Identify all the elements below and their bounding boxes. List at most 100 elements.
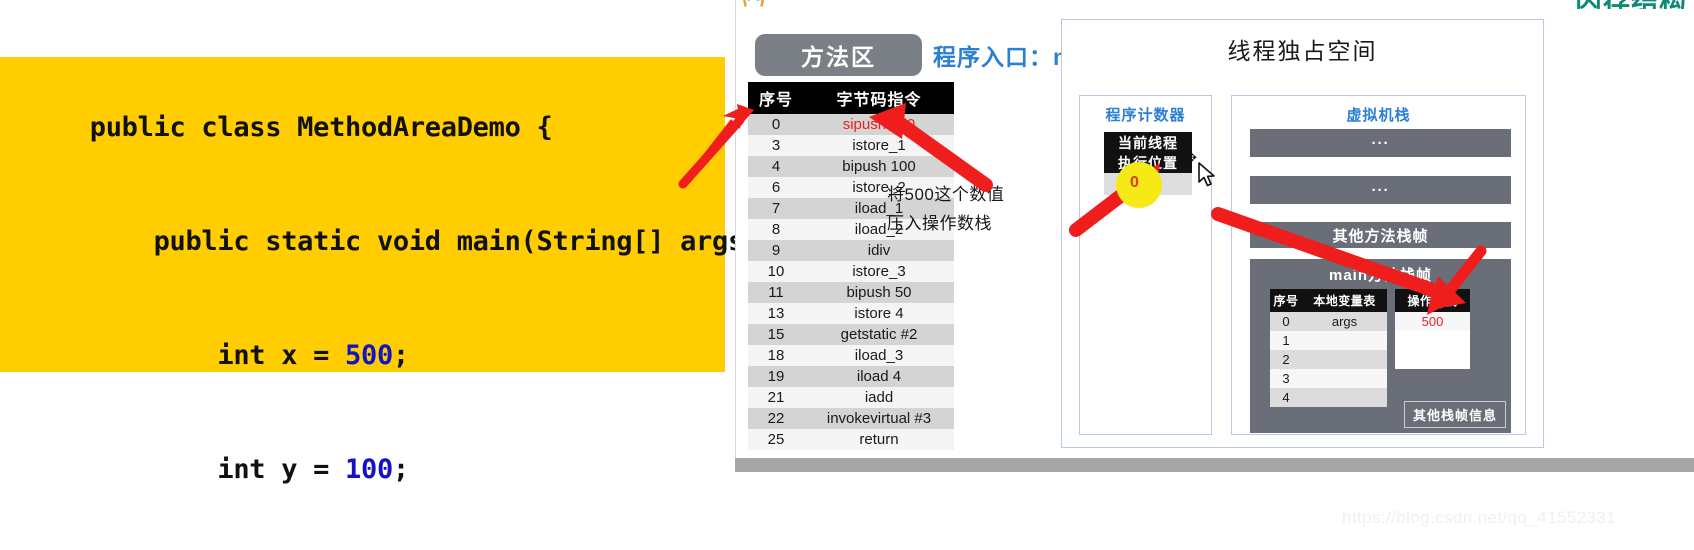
java-code-editor-panel[interactable]: public class MethodAreaDemo { public sta… — [0, 57, 793, 485]
operand-stack-header: 操作数栈 — [1395, 289, 1470, 312]
method-area-pill[interactable]: 方法区 — [755, 34, 922, 76]
bytecode-row-instruction: istore 4 — [804, 303, 954, 324]
move-cursor-cross-icon: ✥ — [1186, 150, 1197, 165]
bytecode-row: 10 istore_3 — [748, 261, 954, 282]
stack-frame-other-method: 其他方法栈帧 — [1250, 222, 1511, 248]
local-var-row-value — [1302, 388, 1387, 407]
bytecode-row-index: 4 — [748, 156, 804, 177]
slide-green-heading: 内存结构 — [1575, 0, 1687, 9]
screenshot-root: public class MethodAreaDemo { public sta… — [0, 0, 1694, 550]
code-line-5: int a = x / y; — [0, 527, 725, 550]
code-line-1: public class MethodAreaDemo { — [89, 112, 553, 143]
bytecode-header-row: 序号 字节码指令 — [748, 82, 954, 114]
code-line-3: int x = 500; — [217, 340, 409, 371]
operand-stack-table: 操作数栈 500 — [1395, 289, 1470, 369]
stack-frame-placeholder-2: ··· — [1250, 176, 1511, 204]
bytecode-instruction-table: 序号 字节码指令 0 sipush 500 3 istore_1 4 bipush 100… — [748, 82, 954, 450]
bytecode-row-index: 15 — [748, 324, 804, 345]
bytecode-row-instruction: istore_3 — [804, 261, 954, 282]
main-method-stack-frame-title: main方法栈帧 — [1328, 267, 1432, 284]
bytecode-row-instruction: istore_1 — [804, 135, 954, 156]
bytecode-row-instruction: bipush 50 — [804, 282, 954, 303]
bytecode-row-instruction: sipush 500 — [804, 114, 954, 135]
bytecode-row-index: 10 — [748, 261, 804, 282]
bytecode-row: 3 istore_1 — [748, 135, 954, 156]
slide-bottom-bar — [735, 458, 1694, 472]
bytecode-row-instruction: idiv — [804, 240, 954, 261]
local-var-row: 1 — [1270, 331, 1387, 350]
bytecode-row: 0 sipush 500 — [748, 114, 954, 135]
bytecode-header-index: 序号 — [748, 82, 804, 114]
local-var-row: 0 args — [1270, 312, 1387, 331]
bytecode-row-index: 21 — [748, 387, 804, 408]
bytecode-row: 11 bipush 50 — [748, 282, 954, 303]
thread-exclusive-space-title: 线程独占空间 — [1227, 38, 1378, 64]
bytecode-row: 18 iload_3 — [748, 345, 954, 366]
push-note-line-1: 将500这个数值 — [887, 185, 1005, 204]
bytecode-row-index: 18 — [748, 345, 804, 366]
push-annotation-note: 将500这个数值 压入操作数栈 — [887, 180, 1004, 238]
bytecode-row: 19 iload 4 — [748, 366, 954, 387]
bytecode-row-instruction: iload_3 — [804, 345, 954, 366]
local-var-row-value — [1302, 331, 1387, 350]
bytecode-row: 13 istore 4 — [748, 303, 954, 324]
vm-stack-title: 虚拟机栈 — [1346, 107, 1411, 124]
operand-stack-cell — [1395, 331, 1470, 350]
bytecode-row: 21 iadd — [748, 387, 954, 408]
local-var-row-index: 2 — [1270, 350, 1302, 369]
local-var-header-row: 序号 本地变量表 — [1270, 289, 1387, 312]
bytecode-row-index: 19 — [748, 366, 804, 387]
csdn-watermark: https://blog.csdn.net/qq_41552331 — [1342, 508, 1617, 527]
vm-stack-card: 虚拟机栈 ··· ··· 其他方法栈帧 main方法栈帧 序号 本地变量表 0a… — [1231, 95, 1526, 435]
bytecode-row: 15 getstatic #2 — [748, 324, 954, 345]
bytecode-row-instruction: return — [804, 429, 954, 450]
bytecode-row-index: 7 — [748, 198, 804, 219]
operand-stack-row — [1395, 350, 1470, 369]
thread-exclusive-space-card: 线程独占空间 程序计数器 当前线程 执行位置 0 虚拟机栈 ··· ··· 其他… — [1061, 19, 1544, 448]
local-var-header-name: 本地变量表 — [1302, 289, 1387, 312]
pc-label-line-1: 当前线程 — [1118, 135, 1178, 151]
bytecode-row-instruction: invokevirtual #3 — [804, 408, 954, 429]
other-stack-frame-info-box: 其他栈帧信息 — [1404, 401, 1507, 428]
program-counter-value: 0 — [1130, 174, 1139, 191]
operand-stack-cell: 500 — [1395, 312, 1470, 331]
code-line-4: int y = 100; — [217, 454, 409, 485]
bytecode-row-index: 8 — [748, 219, 804, 240]
bytecode-row-instruction: iadd — [804, 387, 954, 408]
main-method-stack-frame: main方法栈帧 序号 本地变量表 0 args 1 2 3 4 操作数栈 50… — [1250, 259, 1511, 433]
program-counter-title: 程序计数器 — [1105, 107, 1186, 124]
operand-stack-row: 500 — [1395, 312, 1470, 331]
bytecode-row: 4 bipush 100 — [748, 156, 954, 177]
clipped-top-glyphs: \^/ — [741, 0, 766, 8]
bytecode-row-index: 13 — [748, 303, 804, 324]
code-line-2: public static void main(String[] args) { — [153, 226, 793, 257]
local-var-header-index: 序号 — [1270, 289, 1302, 312]
slide-screenshot-area: \^/ 内存结构 方法区 程序入口：main方法 序号 字节码指令 0sipus… — [735, 0, 1694, 472]
local-var-row: 3 — [1270, 369, 1387, 388]
local-variable-table: 序号 本地变量表 0 args 1 2 3 4 — [1270, 289, 1387, 407]
bytecode-header-instruction: 字节码指令 — [804, 82, 954, 114]
local-var-row-index: 1 — [1270, 331, 1302, 350]
bytecode-row-index: 25 — [748, 429, 804, 450]
local-var-row-value: args — [1302, 312, 1387, 331]
local-var-row-index: 3 — [1270, 369, 1302, 388]
operand-stack-header-row: 操作数栈 — [1395, 289, 1470, 312]
operand-stack-cell — [1395, 350, 1470, 369]
bytecode-row: 25 return — [748, 429, 954, 450]
program-counter-highlight-circle — [1116, 162, 1162, 208]
push-note-line-2: 压入操作数栈 — [887, 214, 992, 233]
operand-stack-row — [1395, 331, 1470, 350]
local-var-row-index: 4 — [1270, 388, 1302, 407]
bytecode-row-instruction: iload 4 — [804, 366, 954, 387]
stack-frame-placeholder-1: ··· — [1250, 129, 1511, 157]
bytecode-row-instruction: getstatic #2 — [804, 324, 954, 345]
bytecode-row-index: 6 — [748, 177, 804, 198]
local-var-row-index: 0 — [1270, 312, 1302, 331]
local-var-row: 4 — [1270, 388, 1387, 407]
local-var-row-value — [1302, 369, 1387, 388]
bytecode-row-index: 11 — [748, 282, 804, 303]
bytecode-row-index: 0 — [748, 114, 804, 135]
mouse-pointer-cursor — [1198, 162, 1215, 187]
local-var-row: 2 — [1270, 350, 1387, 369]
bytecode-row: 22 invokevirtual #3 — [748, 408, 954, 429]
